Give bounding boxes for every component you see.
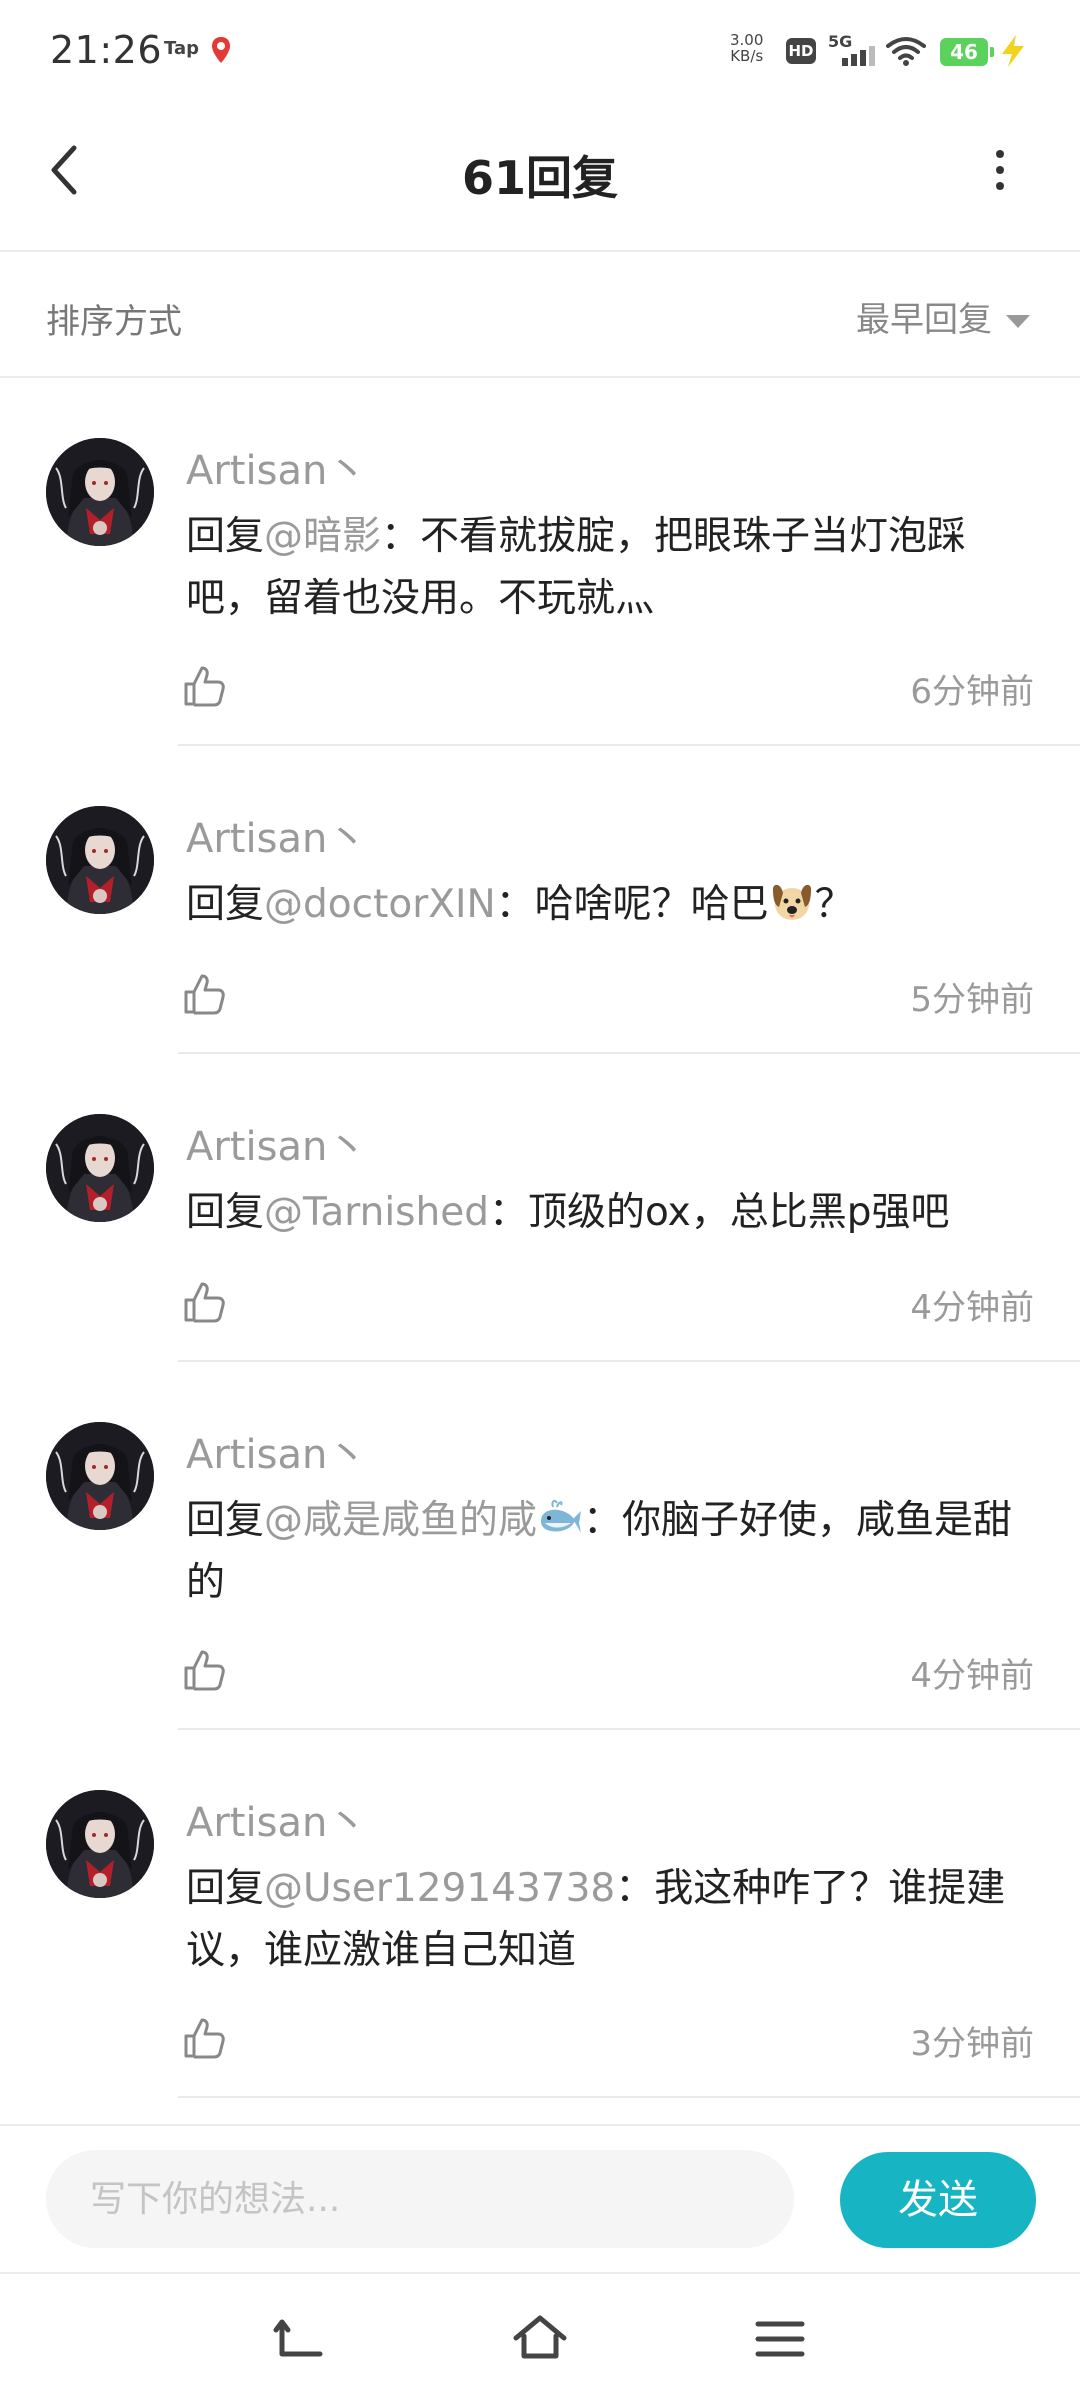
charging-bolt-icon: [1002, 35, 1024, 67]
mention-link[interactable]: @doctorXIN: [264, 882, 496, 927]
reply-prefix: 回复: [186, 882, 265, 927]
tap-app-icon: Tap: [164, 38, 199, 59]
thumbs-up-icon[interactable]: [182, 972, 226, 1016]
system-nav-bar: [0, 2272, 1080, 2400]
comment-time: 4分钟前: [910, 1656, 1034, 1696]
hd-badge: HD: [786, 38, 816, 64]
net-speed-value: 3.00: [730, 31, 764, 49]
mention-link[interactable]: @Tarnished: [264, 1190, 489, 1235]
avatar[interactable]: [46, 1422, 154, 1530]
list-item: Artisan丶 回复@暗影：不看就拔腚，把眼珠子当灯泡踩吧，留着也没用。不玩就…: [0, 378, 1080, 746]
sort-selected-value: 最早回复: [856, 300, 992, 340]
comment-body: ：哈啥呢？哈巴: [495, 882, 769, 927]
comment-author[interactable]: Artisan丶: [186, 1422, 367, 1480]
avatar[interactable]: [46, 1114, 154, 1222]
comment-time: 4分钟前: [910, 1288, 1034, 1328]
avatar[interactable]: [46, 1790, 154, 1898]
reply-prefix: 回复: [186, 1866, 265, 1911]
send-button[interactable]: 发送: [840, 2152, 1036, 2248]
reply-prefix: 回复: [186, 1498, 265, 1543]
net-speed-unit: KB/s: [730, 47, 764, 65]
avatar-image: [46, 806, 154, 914]
battery-indicator: 46: [940, 38, 994, 66]
avatar-image: [46, 1114, 154, 1222]
signal-icon: [842, 46, 875, 66]
more-icon[interactable]: [980, 140, 1020, 200]
reply-list: Artisan丶 回复@暗影：不看就拔腚，把眼珠子当灯泡踩吧，留着也没用。不玩就…: [0, 378, 1080, 2098]
avatar[interactable]: [46, 438, 154, 546]
nav-back-icon[interactable]: [272, 2314, 328, 2364]
page-title: 61回复: [461, 151, 618, 205]
dog-face-emoji: [772, 884, 811, 920]
thumbs-up-icon[interactable]: [182, 2016, 226, 2060]
comment-text: 回复@咸是咸鱼的咸 ：你脑子好使，咸鱼是甜的: [186, 1490, 1036, 1614]
avatar[interactable]: [46, 806, 154, 914]
nav-menu-icon[interactable]: [752, 2314, 808, 2364]
avatar-image: [46, 1422, 154, 1530]
thumbs-up-icon[interactable]: [182, 1280, 226, 1324]
sort-dropdown[interactable]: 最早回复: [856, 292, 1030, 341]
comment-author[interactable]: Artisan丶: [186, 1114, 367, 1172]
comment-body: ：顶级的ox，总比黑p强吧: [488, 1190, 950, 1235]
comment-text: 回复@Tarnished：顶级的ox，总比黑p强吧: [186, 1182, 1036, 1244]
wifi-icon: [886, 37, 926, 66]
reply-input-bar: 发送: [0, 2124, 1080, 2272]
comment-time: 6分钟前: [910, 672, 1034, 712]
mention-link[interactable]: @咸是咸鱼的咸: [264, 1498, 583, 1543]
sort-label: 排序方式: [46, 302, 182, 342]
status-bar: 21:26 Tap 3.00 KB/s HD 5G 46: [0, 0, 1080, 104]
whale-emoji: [541, 1499, 582, 1533]
location-pin-icon: [212, 37, 230, 63]
screen: 21:26 Tap 3.00 KB/s HD 5G 46 61回复 排序方式 最…: [0, 0, 1080, 2400]
avatar-image: [46, 438, 154, 546]
status-time: 21:26: [50, 28, 163, 72]
comment-author[interactable]: Artisan丶: [186, 1790, 367, 1848]
reply-input[interactable]: [46, 2150, 794, 2248]
list-item: Artisan丶 回复@User129143738：我这种咋了？谁提建议，谁应激…: [0, 1730, 1080, 2098]
mention-link[interactable]: @User129143738: [264, 1866, 615, 1911]
list-item: Artisan丶 回复@Tarnished：顶级的ox，总比黑p强吧 4分钟前: [0, 1054, 1080, 1362]
comment-text: 回复@暗影：不看就拔腚，把眼珠子当灯泡踩吧，留着也没用。不玩就灬: [186, 506, 1036, 630]
divider: [178, 2096, 1080, 2098]
reply-prefix: 回复: [186, 514, 265, 559]
avatar-image: [46, 1790, 154, 1898]
list-item: Artisan丶 回复@doctorXIN：哈啥呢？哈巴 ？ 5分钟前: [0, 746, 1080, 1054]
comment-text: 回复@User129143738：我这种咋了？谁提建议，谁应激谁自己知道: [186, 1858, 1036, 1982]
comment-author[interactable]: Artisan丶: [186, 438, 367, 496]
nav-home-icon[interactable]: [512, 2314, 568, 2364]
mention-link[interactable]: @暗影: [264, 514, 381, 559]
header: 61回复: [0, 104, 1080, 252]
comment-text: 回复@doctorXIN：哈啥呢？哈巴 ？: [186, 874, 1036, 936]
sort-row: 排序方式 最早回复: [0, 252, 1080, 378]
reply-prefix: 回复: [186, 1190, 265, 1235]
chevron-down-icon: [1006, 315, 1030, 328]
mention-text: @咸是咸鱼的咸: [264, 1498, 538, 1543]
thumbs-up-icon[interactable]: [182, 664, 226, 708]
list-item: Artisan丶 回复@咸是咸鱼的咸 ：你脑子好使，咸鱼是甜的 4分钟前: [0, 1362, 1080, 1730]
comment-time: 5分钟前: [910, 980, 1034, 1020]
comment-time: 3分钟前: [910, 2024, 1034, 2064]
net-speed: 3.00 KB/s: [730, 32, 763, 64]
comment-author[interactable]: Artisan丶: [186, 806, 367, 864]
comment-body-end: ？: [814, 882, 854, 927]
thumbs-up-icon[interactable]: [182, 1648, 226, 1692]
